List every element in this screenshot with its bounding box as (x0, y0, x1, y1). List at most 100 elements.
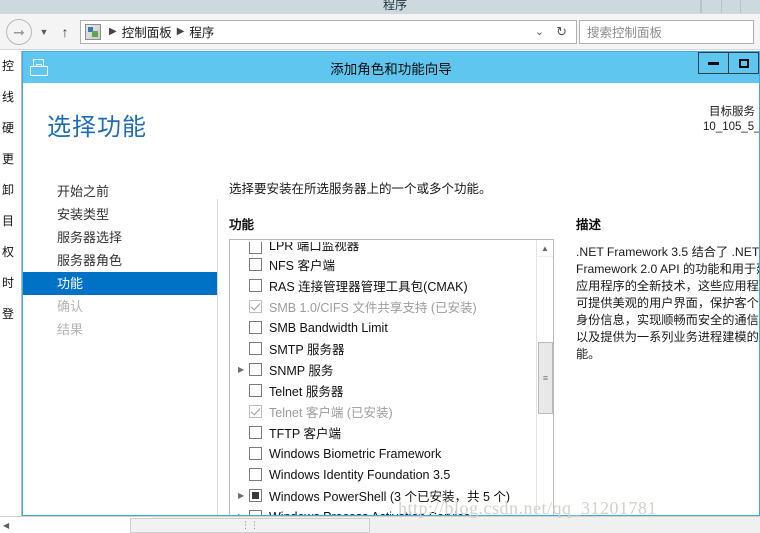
list-item-label: SNMP 服务 (269, 364, 334, 378)
target-server-value: 10_105_5_1 (703, 121, 760, 133)
wizard-content: 选择要安装在所选服务器上的一个或多个功能。 功能 LPR 端口监视器 NFS 客… (229, 178, 760, 515)
list-item[interactable]: NFS 客户端 (230, 254, 537, 275)
breadcrumb-item-1[interactable]: 程序 (189, 22, 214, 41)
checkbox-checked (249, 405, 262, 418)
scroll-up-arrow-icon[interactable]: ▲ (537, 240, 553, 257)
description-header: 描述 (576, 218, 602, 232)
back-arrow-icon[interactable]: ➞ (6, 18, 32, 45)
checkbox[interactable] (249, 258, 262, 271)
left-nav-item[interactable]: 登 (2, 299, 21, 330)
features-vertical-scrollbar[interactable]: ▲ ≡ (536, 240, 553, 515)
target-server-label: 目标服务 (709, 106, 755, 118)
explorer-minimize-button[interactable] (701, 0, 721, 13)
search-placeholder: 搜索控制面板 (587, 26, 663, 40)
features-pane: 功能 LPR 端口监视器 NFS 客户端 RAS 连接管理器管理工具包(CMAK… (229, 214, 554, 515)
explorer-left-nav: 控 线 硬 更 卸 目 权 时 登 (0, 51, 22, 516)
checkbox[interactable] (249, 242, 262, 254)
list-item[interactable]: Telnet 服务器 (230, 380, 537, 401)
description-text: .NET Framework 3.5 结合了 .NET Framework 2.… (576, 245, 760, 361)
breadcrumb-item-0[interactable]: 控制面板 (122, 22, 172, 41)
list-item[interactable]: SMB 1.0/CIFS 文件共享支持 (已安装) (230, 296, 537, 317)
breadcrumb-separator: ▶ (176, 26, 185, 37)
list-item-label: NFS 客户端 (269, 259, 335, 273)
left-nav-item[interactable]: 控 (2, 51, 21, 82)
step-server-roles[interactable]: 服务器角色 (23, 249, 218, 272)
instruction-text: 选择要安装在所选服务器上的一个或多个功能。 (229, 182, 492, 196)
toolbox-icon (30, 58, 48, 77)
list-item-label: Telnet 客户端 (已安装) (269, 406, 393, 420)
explorer-titlebar: 程序 (0, 0, 760, 14)
watermark-text: http://blog.csdn.net/qq_31201781 (398, 498, 657, 518)
left-nav-item[interactable]: 权 (2, 237, 21, 268)
up-arrow-icon[interactable]: ↑ (54, 24, 76, 40)
list-item[interactable]: LPR 端口监视器 (230, 242, 537, 254)
explorer-close-button[interactable] (740, 0, 760, 13)
page-title: 选择功能 (47, 114, 147, 141)
list-item-label: Telnet 服务器 (269, 385, 344, 399)
explorer-window-buttons[interactable] (700, 0, 760, 13)
list-item[interactable]: TFTP 客户端 (230, 422, 537, 443)
explorer-maximize-button[interactable] (720, 0, 741, 13)
step-installation-type[interactable]: 安装类型 (23, 203, 218, 226)
list-item[interactable]: RAS 连接管理器管理工具包(CMAK) (230, 275, 537, 296)
chevron-down-icon[interactable]: ▼ (34, 27, 54, 37)
checkbox[interactable] (249, 447, 262, 460)
address-history-chevron-down-icon[interactable]: ⌄ (528, 25, 551, 38)
explorer-window-title: 程序 (382, 0, 407, 12)
add-roles-features-wizard: 添加角色和功能向导 选择功能 目标服务 10_105_5_1 开始之前 安装类型… (22, 51, 760, 516)
chevron-right-icon[interactable]: ▶ (238, 365, 249, 374)
left-nav-item[interactable]: 更 (2, 144, 21, 175)
breadcrumb-separator: ▶ (109, 26, 117, 37)
list-item[interactable]: Windows Identity Foundation 3.5 (230, 464, 537, 485)
search-input[interactable]: 搜索控制面板 (579, 19, 754, 44)
chevron-right-icon[interactable]: ▶ (238, 512, 249, 515)
target-server-info: 目标服务 10_105_5_1 (647, 105, 760, 135)
address-input[interactable]: ▶ 控制面板 ▶ 程序 ⌄ ↻ (80, 19, 577, 44)
checkbox[interactable] (249, 321, 262, 334)
screen-root: 程序 ➞ ▼ ↑ ▶ 控制面板 ▶ 程序 ⌄ ↻ 搜索控制面板 控 线 硬 更 (0, 0, 760, 533)
left-nav-item[interactable]: 卸 (2, 175, 21, 206)
wizard-window-buttons (698, 52, 759, 74)
wizard-steps-nav: 开始之前 安装类型 服务器选择 服务器角色 功能 确认 结果 (23, 180, 218, 341)
features-listbox[interactable]: LPR 端口监视器 NFS 客户端 RAS 连接管理器管理工具包(CMAK) S… (229, 239, 554, 515)
step-results: 结果 (57, 322, 84, 337)
wizard-title: 添加角色和功能向导 (330, 61, 452, 77)
left-nav-item[interactable]: 时 (2, 268, 21, 299)
checkbox[interactable] (249, 363, 262, 376)
step-before-you-begin[interactable]: 开始之前 (23, 180, 218, 203)
scroll-left-arrow-icon[interactable]: ◀ (3, 521, 9, 530)
checkbox[interactable] (249, 510, 262, 515)
scrollbar-thumb[interactable]: ≡ (538, 342, 553, 414)
left-nav-item[interactable]: 线 (2, 82, 21, 113)
list-item-label: SMB Bandwidth Limit (269, 320, 388, 335)
list-item[interactable]: SMTP 服务器 (230, 338, 537, 359)
wizard-titlebar: 添加角色和功能向导 (23, 52, 759, 83)
left-nav-item[interactable]: 硬 (2, 113, 21, 144)
left-nav-item[interactable]: 目 (2, 206, 21, 237)
list-item[interactable]: SMB Bandwidth Limit (230, 317, 537, 338)
minimize-icon[interactable] (698, 52, 729, 74)
explorer-address-bar: ➞ ▼ ↑ ▶ 控制面板 ▶ 程序 ⌄ ↻ 搜索控制面板 (0, 14, 760, 50)
list-item[interactable]: ▶ SNMP 服务 (230, 359, 537, 380)
list-item-label: SMB 1.0/CIFS 文件共享支持 (已安装) (269, 301, 477, 315)
step-features[interactable]: 功能 (23, 272, 218, 295)
list-item-label: RAS 连接管理器管理工具包(CMAK) (269, 280, 468, 294)
list-item[interactable]: Telnet 客户端 (已安装) (230, 401, 537, 422)
features-column-header: 功能 (229, 218, 255, 232)
maximize-icon[interactable] (728, 52, 759, 74)
description-pane: 描述 .NET Framework 3.5 结合了 .NET Framework… (576, 214, 760, 363)
checkbox[interactable] (249, 384, 262, 397)
checkbox[interactable] (249, 342, 262, 355)
checkbox[interactable] (249, 426, 262, 439)
checkbox[interactable] (249, 468, 262, 481)
chevron-right-icon[interactable]: ▶ (238, 491, 249, 500)
checkbox[interactable] (249, 279, 262, 292)
list-item[interactable]: Windows Biometric Framework (230, 443, 537, 464)
refresh-icon[interactable]: ↻ (551, 24, 572, 40)
checkbox-checked (249, 300, 262, 313)
list-item-label: LPR 端口监视器 (269, 242, 360, 253)
wizard-body: 选择功能 目标服务 10_105_5_1 开始之前 安装类型 服务器选择 服务器… (23, 83, 760, 515)
checkbox-partial[interactable] (249, 489, 262, 502)
step-server-selection[interactable]: 服务器选择 (23, 226, 218, 249)
wizard-horizontal-scrollbar[interactable]: ⋮⋮ (130, 518, 370, 533)
